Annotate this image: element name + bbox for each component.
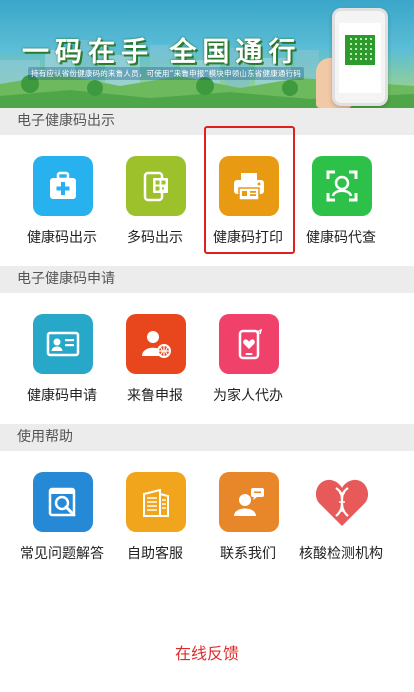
faq-search-icon [33, 472, 93, 532]
health-code-apply-label: 健康码申请 [27, 388, 97, 404]
health-code-apply-button[interactable]: 健康码申请 [19, 314, 105, 414]
nucleic-test-institutions-button[interactable]: 核酸检测机构 [298, 472, 384, 572]
arrival-report-label: 来鲁申报 [127, 388, 183, 404]
dna-heart-icon [312, 472, 372, 532]
face-scan-icon [312, 156, 372, 216]
online-feedback-link[interactable]: 在线反馈 [0, 640, 414, 664]
health-code-proxy-check-label: 健康码代查 [306, 230, 376, 246]
contact-us-button[interactable]: 联系我们 [205, 472, 291, 572]
contact-person-icon [219, 472, 279, 532]
medical-kit-icon [33, 156, 93, 216]
health-code-show-label: 健康码出示 [27, 230, 97, 246]
id-card-icon [33, 314, 93, 374]
qr-code-icon [345, 35, 375, 65]
family-proxy-label: 为家人代办 [213, 388, 283, 404]
health-code-proxy-check-button[interactable]: 健康码代查 [298, 156, 384, 256]
multi-code-show-button[interactable]: 多码出示 [112, 156, 198, 256]
phone-illustration [332, 8, 388, 106]
arrival-report-button[interactable]: 来鲁申报 [112, 314, 198, 414]
faq-button[interactable]: 常见问题解答 [19, 472, 105, 572]
nucleic-test-institutions-label: 核酸检测机构 [299, 546, 383, 562]
multi-code-phone-icon [126, 156, 186, 216]
phone-heart-icon [219, 314, 279, 374]
banner-subtitle: 持有应认省份健康码的来鲁人员，可使用“来鲁申报”模块申领山东省健康通行码 [28, 67, 304, 80]
building-icon [126, 472, 186, 532]
contact-us-label: 联系我们 [220, 546, 276, 562]
health-code-show-button[interactable]: 健康码出示 [19, 156, 105, 256]
top-banner: 一码在手 全国通行 持有应认省份健康码的来鲁人员，可使用“来鲁申报”模块申领山东… [0, 0, 414, 108]
multi-code-show-label: 多码出示 [127, 230, 183, 246]
section-header-apply: 电子健康码申请 [0, 266, 414, 293]
self-service-button[interactable]: 自助客服 [112, 472, 198, 572]
faq-label: 常见问题解答 [20, 546, 104, 562]
selection-highlight [204, 126, 295, 254]
banner-title: 一码在手 全国通行 [22, 37, 302, 68]
self-service-label: 自助客服 [127, 546, 183, 562]
person-globe-icon [126, 314, 186, 374]
family-proxy-button[interactable]: 为家人代办 [205, 314, 291, 414]
section-header-help: 使用帮助 [0, 424, 414, 451]
